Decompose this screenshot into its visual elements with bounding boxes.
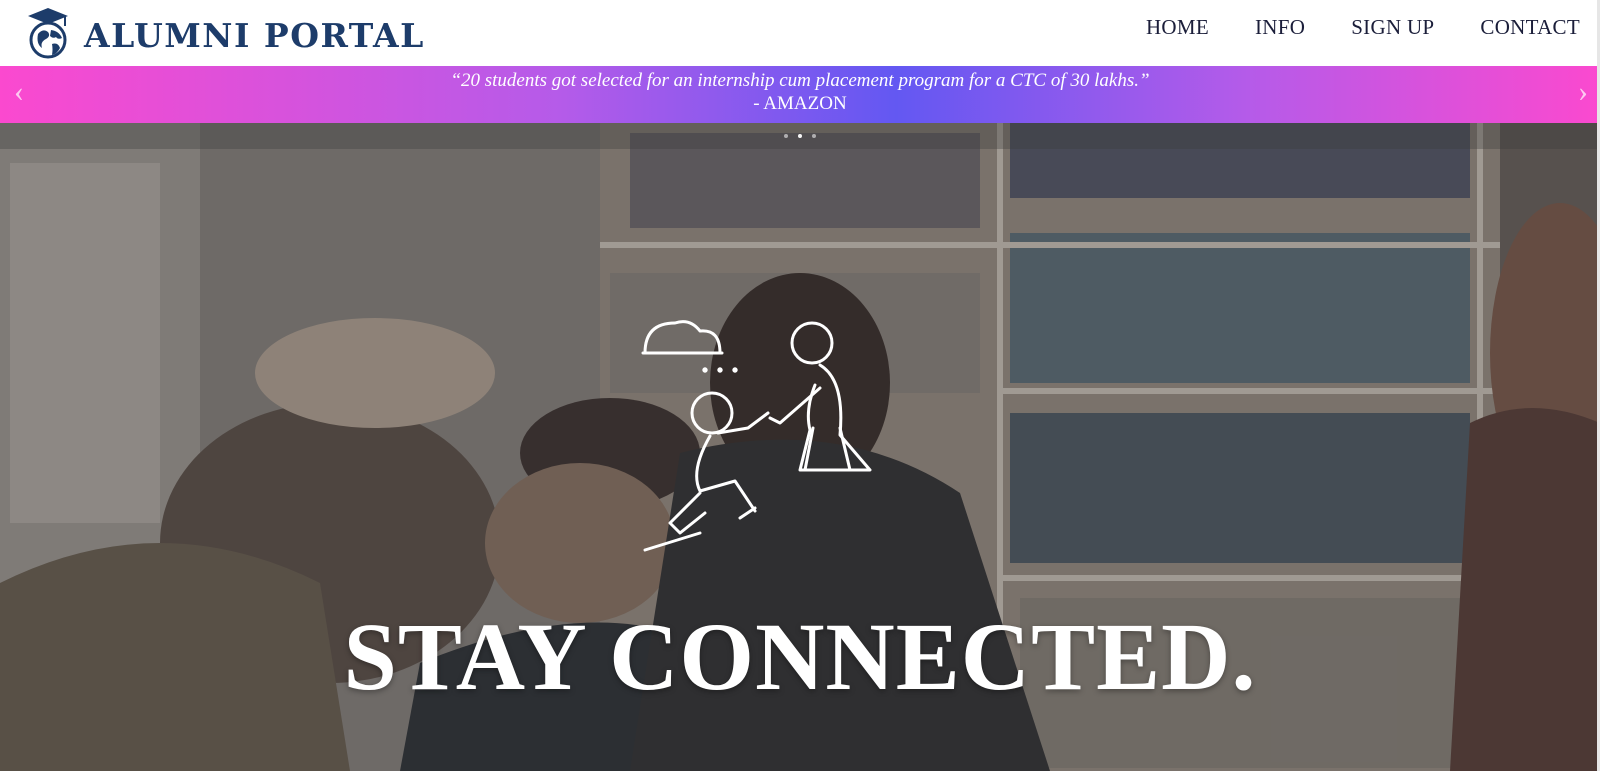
- graduation-globe-icon: [28, 8, 68, 59]
- hero-title: STAY CONNECTED.: [343, 603, 1257, 710]
- helping-hand-climb-icon: [641, 320, 872, 552]
- announcement-carousel: ‹ “20 students got selected for an inter…: [0, 66, 1600, 123]
- announcement-source: - AMAZON: [753, 93, 847, 114]
- nav-info[interactable]: INFO: [1255, 15, 1305, 40]
- nav-home[interactable]: HOME: [1146, 15, 1209, 40]
- chevron-right-icon[interactable]: ›: [1578, 77, 1588, 107]
- site-header: ALUMNI PORTAL HOME INFO SIGN UP CONTACT: [0, 0, 1600, 66]
- carousel-dot-active[interactable]: [798, 134, 802, 138]
- brand-logo[interactable]: ALUMNI PORTAL: [24, 4, 425, 60]
- nav-contact[interactable]: CONTACT: [1480, 15, 1580, 40]
- nav-sign-up[interactable]: SIGN UP: [1351, 15, 1434, 40]
- hero-section: STAY CONNECTED.: [0, 123, 1600, 771]
- carousel-indicators: [0, 123, 1600, 149]
- carousel-dot[interactable]: [812, 134, 816, 138]
- carousel-dot[interactable]: [784, 134, 788, 138]
- brand-name: ALUMNI PORTAL: [84, 15, 425, 55]
- announcement-quote: “20 students got selected for an interns…: [450, 70, 1150, 91]
- main-nav: HOME INFO SIGN UP CONTACT: [1100, 15, 1580, 40]
